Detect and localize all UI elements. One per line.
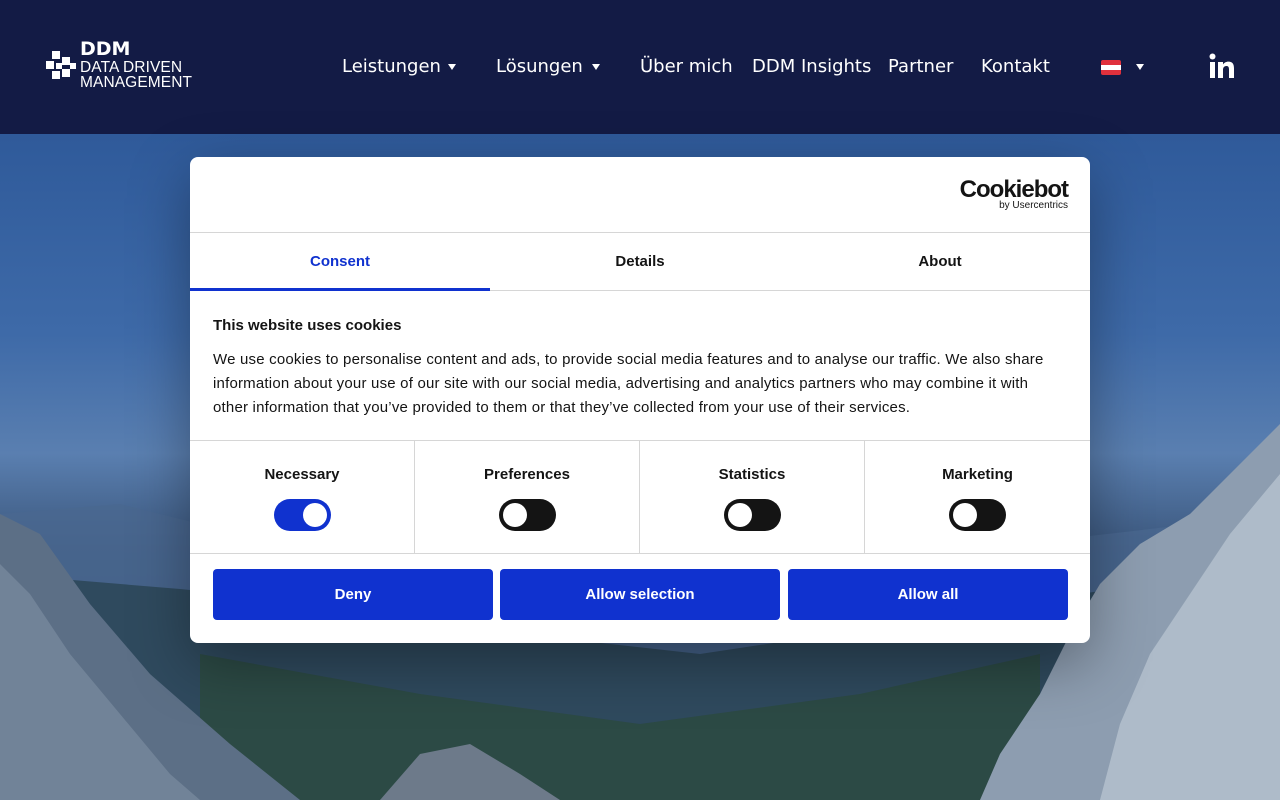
cookiebot-logo[interactable]: Cookiebot by Usercentrics [959, 176, 1069, 212]
category-label: Necessary [264, 466, 340, 483]
statistics-toggle[interactable] [723, 499, 781, 531]
nav-item-kontakt[interactable]: Kontakt [981, 57, 1050, 77]
linkedin-icon[interactable] [1209, 53, 1235, 79]
marketing-toggle[interactable] [949, 499, 1006, 531]
nav-item-ddm-insights[interactable]: DDM Insights [752, 57, 871, 77]
logo-wordmark: DDM [80, 37, 131, 60]
allow-selection-button[interactable]: Allow selection [500, 569, 780, 620]
dialog-tabs: Consent Details About [190, 233, 1090, 291]
deny-button[interactable]: Deny [213, 569, 493, 620]
preferences-toggle[interactable] [498, 499, 556, 531]
language-chevron-down-icon[interactable] [1136, 64, 1144, 70]
nav-item-partner[interactable]: Partner [888, 57, 953, 77]
cookie-category-toggles: Necessary Preferences Statistics Marketi… [190, 441, 1090, 554]
tab-about[interactable]: About [790, 233, 1090, 290]
category-marketing: Marketing [865, 441, 1090, 553]
category-label: Preferences [484, 466, 570, 483]
consent-heading: This website uses cookies [213, 317, 402, 334]
consent-buttons: Deny Allow selection Allow all [190, 554, 1090, 642]
nav-item-leistungen[interactable]: Leistungen [342, 57, 441, 77]
nav-item-loesungen[interactable]: Lösungen [496, 57, 583, 77]
category-preferences: Preferences [415, 441, 640, 553]
allow-all-button[interactable]: Allow all [788, 569, 1068, 620]
toggle-knob [502, 503, 527, 527]
chevron-down-icon[interactable] [592, 64, 600, 70]
category-statistics: Statistics [640, 441, 865, 553]
consent-body: This website uses cookies We use cookies… [190, 291, 1090, 441]
tab-details[interactable]: Details [490, 233, 790, 290]
austria-flag-icon[interactable] [1101, 60, 1121, 75]
cookiebot-brand: Cookiebot [959, 176, 1069, 203]
dialog-header: Cookiebot by Usercentrics [190, 157, 1090, 233]
ddm-logo[interactable]: DDM DATA DRIVEN MANAGEMENT [44, 39, 290, 90]
category-label: Marketing [942, 466, 1013, 483]
toggle-knob [727, 503, 752, 527]
tab-consent[interactable]: Consent [190, 233, 490, 291]
consent-description: We use cookies to personalise content an… [213, 351, 1044, 416]
category-label: Statistics [718, 466, 786, 483]
toggle-knob [302, 503, 327, 527]
ddm-logo-mark-icon [44, 49, 78, 83]
category-necessary: Necessary [190, 441, 415, 553]
cookie-consent-dialog: Cookiebot by Usercentrics Consent Detail… [190, 157, 1090, 643]
necessary-toggle[interactable] [273, 499, 331, 531]
nav-item-ueber-mich[interactable]: Über mich [640, 57, 733, 77]
logo-subtitle: DATA DRIVEN MANAGEMENT [80, 58, 193, 91]
chevron-down-icon[interactable] [448, 64, 456, 70]
toggle-knob [953, 503, 977, 527]
site-header: DDM DATA DRIVEN MANAGEMENT Leistungen Lö… [0, 0, 1280, 134]
